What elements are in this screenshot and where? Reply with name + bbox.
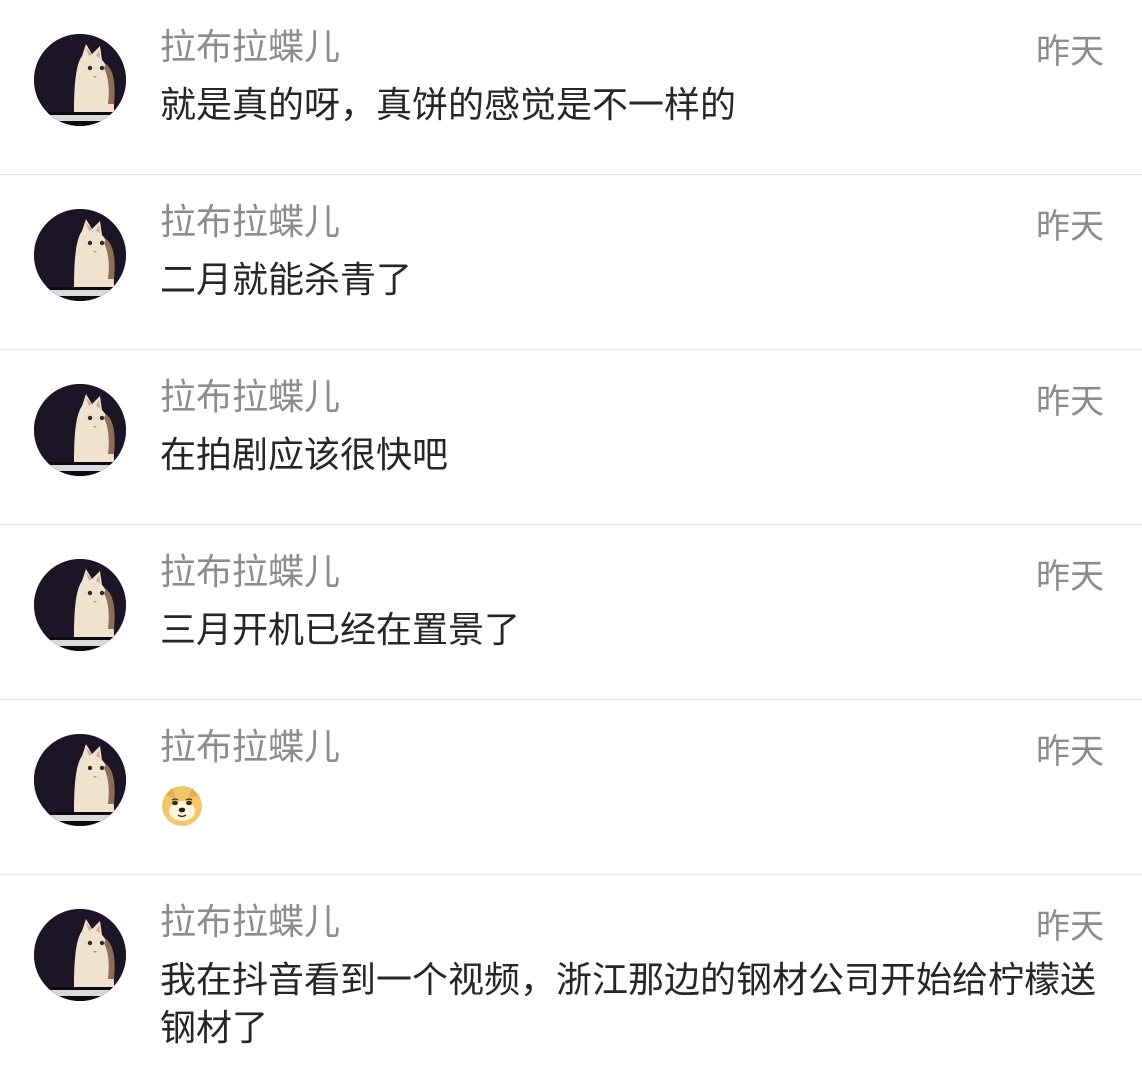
comment-text: 在拍剧应该很快吧 <box>160 435 449 476</box>
comment-row[interactable]: 拉布拉蝶儿 昨天 就是真的呀，真饼的感觉是不一样的 <box>0 0 1142 175</box>
comment-text: 我在抖音看到一个视频，浙江那边的钢材公司开始给柠檬送钢材了 <box>160 960 1097 1049</box>
cat-avatar-icon[interactable] <box>34 384 126 476</box>
comment-row[interactable]: 拉布拉蝶儿 昨天 三月开机已经在置景了 <box>0 525 1142 700</box>
sender-name[interactable]: 拉布拉蝶儿 <box>160 549 340 597</box>
cat-avatar-icon[interactable] <box>34 734 126 826</box>
comment-text: 就是真的呀，真饼的感觉是不一样的 <box>160 85 737 126</box>
sender-name[interactable]: 拉布拉蝶儿 <box>160 199 340 247</box>
cat-avatar-icon[interactable] <box>34 209 126 301</box>
sender-name[interactable]: 拉布拉蝶儿 <box>160 374 340 422</box>
comment-row[interactable]: 拉布拉蝶儿 昨天 在拍剧应该很快吧 <box>0 350 1142 525</box>
sender-name[interactable]: 拉布拉蝶儿 <box>160 24 340 72</box>
cat-avatar-icon[interactable] <box>34 34 126 126</box>
comment-row[interactable]: 拉布拉蝶儿 昨天 我在抖音看到一个视频，浙江那边的钢材公司开始给柠檬送钢材了 <box>0 875 1142 1080</box>
comment-list: 拉布拉蝶儿 昨天 就是真的呀，真饼的感觉是不一样的 拉布拉蝶儿 昨天 二月就能杀… <box>0 0 1142 1080</box>
cat-avatar-icon[interactable] <box>34 909 126 1001</box>
timestamp: 昨天 <box>1036 382 1104 422</box>
cat-avatar-icon[interactable] <box>34 559 126 651</box>
timestamp: 昨天 <box>1036 557 1104 597</box>
timestamp: 昨天 <box>1036 907 1104 947</box>
comment-row[interactable]: 拉布拉蝶儿 昨天 <box>0 700 1142 875</box>
timestamp: 昨天 <box>1036 32 1104 72</box>
comment-text: 三月开机已经在置景了 <box>160 610 521 651</box>
timestamp: 昨天 <box>1036 732 1104 772</box>
timestamp: 昨天 <box>1036 207 1104 247</box>
comment-row[interactable]: 拉布拉蝶儿 昨天 二月就能杀青了 <box>0 175 1142 350</box>
doge-emoji-icon <box>160 784 204 828</box>
sender-name[interactable]: 拉布拉蝶儿 <box>160 724 340 772</box>
sender-name[interactable]: 拉布拉蝶儿 <box>160 899 340 947</box>
comment-text: 二月就能杀青了 <box>160 260 413 301</box>
